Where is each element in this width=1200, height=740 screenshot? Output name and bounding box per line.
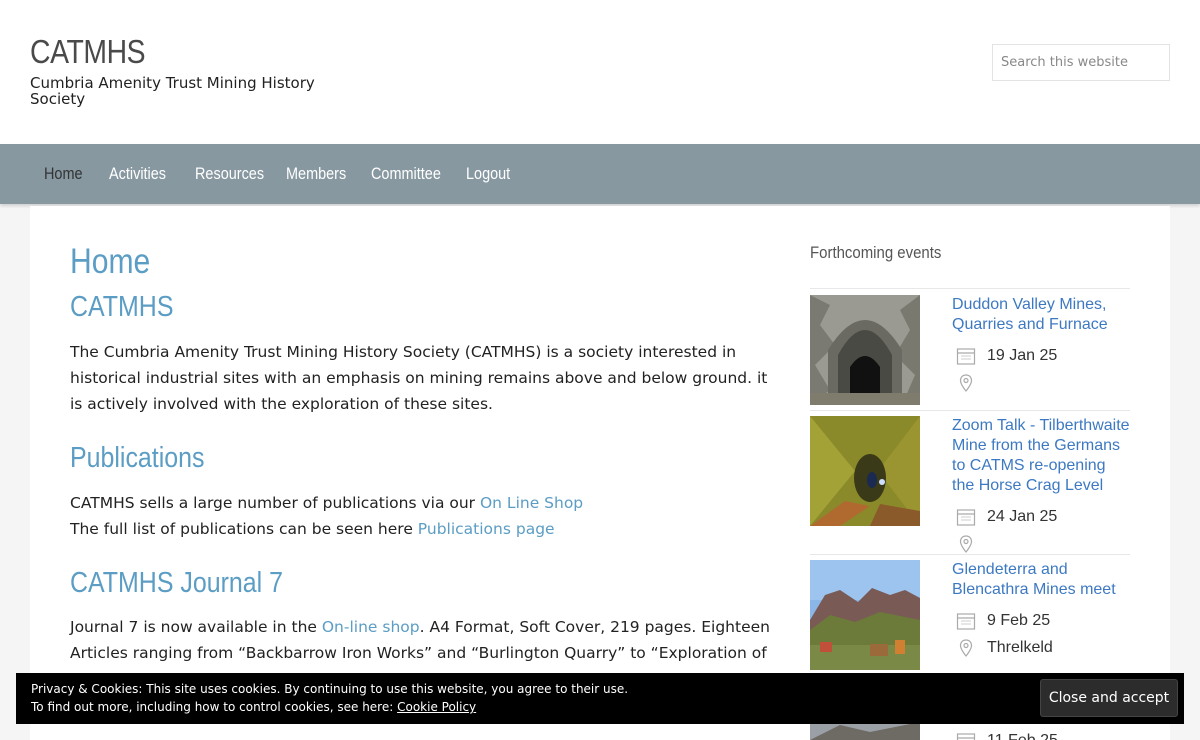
- map-pin-icon: [959, 639, 973, 657]
- search-input[interactable]: [992, 44, 1170, 81]
- event-thumbnail-valley[interactable]: [810, 560, 920, 670]
- calendar-icon: [956, 733, 976, 740]
- section-heading-publications: Publications: [70, 442, 205, 474]
- cookie-line1: Privacy & Cookies: This site uses cookie…: [31, 682, 629, 696]
- publications-page-link[interactable]: Publications page: [418, 520, 555, 538]
- cookie-text: Privacy & Cookies: This site uses cookie…: [31, 680, 628, 716]
- page-title: Home: [70, 242, 151, 281]
- section-heading-journal: CATMHS Journal 7: [70, 567, 283, 599]
- nav-item-activities[interactable]: Activities: [109, 164, 166, 184]
- event-date: 19 Jan 25: [987, 347, 1058, 364]
- cookie-line2: To find out more, including how to contr…: [31, 700, 398, 714]
- intro-paragraph: The Cumbria Amenity Trust Mining History…: [70, 343, 768, 413]
- close-and-accept-button[interactable]: Close and accept: [1040, 679, 1178, 717]
- nav-item-members[interactable]: Members: [286, 164, 346, 184]
- event-thumbnail-mine-arch[interactable]: [810, 295, 920, 405]
- event-date-row: 19 Jan 25: [956, 346, 1136, 368]
- calendar-icon: [956, 509, 976, 526]
- main-navigation: Home Activities Resources Members Commit…: [0, 144, 1200, 204]
- section-heading-catmhs: CATMHS: [70, 291, 174, 323]
- journal-paragraph: Journal 7 is now available in the On-lin…: [70, 614, 775, 666]
- publications-paragraph: CATMHS sells a large number of publicati…: [70, 490, 775, 542]
- event-location-row: [956, 373, 1136, 395]
- event-date: 24 Jan 25: [987, 508, 1058, 525]
- site-description: Cumbria Amenity Trust Mining History Soc…: [30, 74, 315, 108]
- event-date-row: 24 Jan 25: [956, 507, 1136, 529]
- event-thumbnail-tunnel[interactable]: [810, 416, 920, 526]
- event-title-glendeterra[interactable]: Glendeterra and Blencathra Mines meet: [952, 560, 1132, 600]
- map-pin-icon: [959, 535, 973, 553]
- nav-item-home[interactable]: Home: [44, 164, 83, 184]
- publications-line2-text: The full list of publications can be see…: [70, 520, 418, 538]
- event-date: 9 Feb 25: [987, 612, 1051, 629]
- cookie-policy-link[interactable]: Cookie Policy: [397, 700, 476, 714]
- event-title-duddon[interactable]: Duddon Valley Mines, Quarries and Furnac…: [952, 295, 1132, 335]
- site-header: CATMHS Cumbria Amenity Trust Mining Hist…: [0, 0, 1200, 144]
- cookie-banner: Privacy & Cookies: This site uses cookie…: [16, 673, 1184, 724]
- event-location: Threlkeld: [987, 639, 1053, 656]
- nav-item-resources[interactable]: Resources: [195, 164, 264, 184]
- event-date-row: 11 Feb 25: [956, 731, 1136, 740]
- calendar-icon: [956, 613, 976, 630]
- site-title[interactable]: CATMHS: [30, 33, 146, 71]
- event-date-row: 9 Feb 25: [956, 611, 1136, 633]
- forthcoming-events-title: Forthcoming events: [810, 243, 942, 262]
- event-location-row: Threlkeld: [956, 638, 1136, 660]
- event-date: 11 Feb 25: [987, 732, 1058, 740]
- calendar-icon: [956, 348, 976, 365]
- publications-line1-text: CATMHS sells a large number of publicati…: [70, 494, 480, 512]
- journal-text-prefix: Journal 7 is now available in the: [70, 618, 322, 636]
- event-divider: [810, 554, 1130, 555]
- nav-item-logout[interactable]: Logout: [466, 164, 510, 184]
- online-shop-link[interactable]: On Line Shop: [480, 494, 583, 512]
- map-pin-icon: [959, 374, 973, 392]
- nav-item-committee[interactable]: Committee: [371, 164, 441, 184]
- online-shop-link-journal[interactable]: On-line shop: [322, 618, 420, 636]
- event-divider: [810, 288, 1130, 289]
- event-location-row: [956, 534, 1136, 556]
- event-divider: [810, 410, 1130, 411]
- event-title-tilberthwaite[interactable]: Zoom Talk - Tilberthwaite Mine from the …: [952, 416, 1132, 496]
